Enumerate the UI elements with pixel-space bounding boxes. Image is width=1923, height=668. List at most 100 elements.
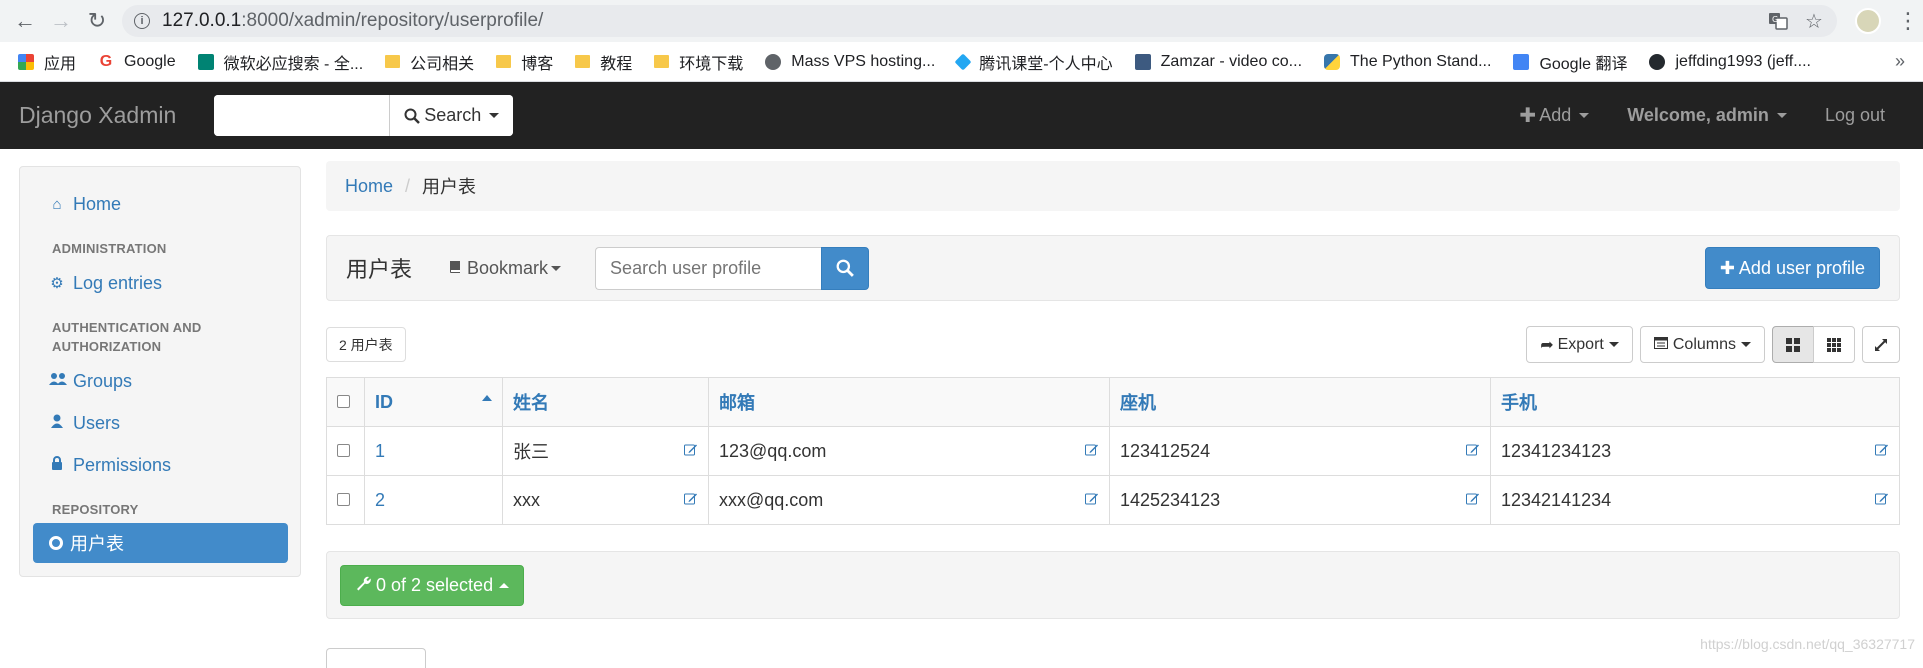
edit-icon[interactable] [1875, 490, 1889, 511]
search-input[interactable] [595, 247, 821, 290]
cell-email: 123@qq.com [709, 427, 1110, 476]
star-icon[interactable]: ☆ [1803, 10, 1825, 32]
edit-icon[interactable] [1466, 490, 1480, 511]
forward-arrow-icon[interactable]: → [46, 6, 76, 36]
reload-icon[interactable]: ↻ [82, 6, 112, 36]
search-button-label: Search [424, 105, 481, 126]
cell-value: xxx [513, 490, 540, 510]
search-icon [404, 108, 420, 124]
profile-avatar[interactable] [1855, 8, 1881, 34]
bookmark-label: Mass VPS hosting... [791, 53, 935, 71]
caret-down-icon [551, 266, 561, 271]
row-id-link[interactable]: 2 [375, 490, 385, 510]
cell-mobile: 12342141234 [1491, 476, 1900, 525]
bookmark-folder-tutorial[interactable]: 教程 [575, 50, 632, 74]
bookmark-dropdown[interactable]: Bookmark [448, 258, 561, 279]
results-table: ID 姓名 邮箱 座机 手机 1 张三 123@qq.com 123412524… [326, 377, 1900, 525]
table-row: 2 xxx xxx@qq.com 1425234123 12342141234 [327, 476, 1900, 525]
bookmarks-bar: 应用 G Google 微软必应搜索 - 全... 公司相关 博客 教程 环境下… [0, 42, 1923, 82]
bookmark-apps[interactable]: 应用 [18, 50, 76, 74]
bookmark-label: Google 翻译 [1539, 50, 1627, 74]
bookmark-folder-blog[interactable]: 博客 [496, 50, 553, 74]
bookmark-python[interactable]: The Python Stand... [1324, 53, 1491, 71]
github-icon [1649, 54, 1665, 70]
global-search-input[interactable] [214, 95, 390, 136]
search-submit-button[interactable] [821, 247, 869, 290]
caret-down-icon [1579, 113, 1589, 118]
columns-label: Columns [1673, 336, 1736, 354]
share-arrow-icon: ➦ [1540, 335, 1553, 355]
sidebar-item-groups[interactable]: Groups [20, 360, 300, 402]
edit-icon[interactable] [1085, 441, 1099, 462]
global-search-button[interactable]: Search [390, 95, 513, 136]
bookmark-folder-env[interactable]: 环境下载 [654, 50, 743, 74]
column-header-landline[interactable]: 座机 [1110, 378, 1491, 427]
edit-icon[interactable] [684, 490, 698, 511]
bookmark-bing[interactable]: 微软必应搜索 - 全... [198, 50, 364, 74]
add-menu[interactable]: ✚ Add [1500, 103, 1608, 128]
menu-kebab-icon[interactable]: ⋮ [1897, 8, 1913, 34]
actions-dropdown-button[interactable]: 0 of 2 selected [340, 565, 524, 606]
brand-title[interactable]: Django Xadmin [19, 102, 176, 129]
top-navbar: Django Xadmin Search ✚ Add Welcome, admi… [0, 82, 1923, 149]
pagination-button-partial[interactable] [326, 648, 426, 668]
row-id-link[interactable]: 1 [375, 441, 385, 461]
welcome-menu[interactable]: Welcome, admin [1608, 105, 1806, 126]
edit-icon[interactable] [1466, 441, 1480, 462]
edit-icon[interactable] [684, 441, 698, 462]
bookmarks-more-chevron-icon[interactable]: » [1895, 51, 1905, 72]
add-user-profile-button[interactable]: ✚ Add user profile [1705, 247, 1880, 289]
fullscreen-button[interactable] [1862, 326, 1900, 363]
info-icon[interactable]: i [134, 13, 150, 29]
home-icon: ⌂ [49, 196, 65, 213]
sidebar-item-permissions[interactable]: Permissions [20, 444, 300, 486]
bookmark-folder-company[interactable]: 公司相关 [385, 50, 474, 74]
list-toolbar: 用户表 Bookmark ✚ Add user profile [326, 235, 1900, 301]
svg-text:G: G [1772, 15, 1778, 24]
bookmark-github[interactable]: jeffding1993 (jeff.... [1649, 53, 1811, 71]
translate-icon[interactable]: G [1767, 10, 1789, 32]
cell-email: xxx@qq.com [709, 476, 1110, 525]
row-checkbox[interactable] [337, 493, 350, 506]
breadcrumb-home[interactable]: Home [345, 176, 393, 197]
logout-link[interactable]: Log out [1806, 105, 1923, 126]
list-search [595, 247, 869, 290]
th-icon [1827, 338, 1841, 352]
folder-icon [575, 55, 590, 68]
select-all-checkbox[interactable] [337, 395, 350, 408]
address-bar[interactable]: i 127.0.0.1:8000/xadmin/repository/userp… [122, 5, 1837, 37]
column-header-id[interactable]: ID [365, 378, 503, 427]
column-header-name[interactable]: 姓名 [503, 378, 709, 427]
sidebar-item-userprofile[interactable]: 用户表 [33, 523, 288, 563]
export-button[interactable]: ➦ Export [1526, 326, 1633, 363]
sidebar-heading-auth: AUTHENTICATION AND AUTHORIZATION [20, 304, 300, 360]
page-title: 用户表 [346, 252, 412, 284]
sidebar-item-label: Users [73, 413, 120, 434]
lock-icon [49, 456, 65, 474]
sidebar-item-users[interactable]: Users [20, 402, 300, 444]
column-header-mobile[interactable]: 手机 [1491, 378, 1900, 427]
bookmark-mass-vps[interactable]: Mass VPS hosting... [765, 53, 935, 71]
list-icon [1654, 336, 1668, 354]
layout-table-button[interactable] [1772, 326, 1814, 363]
edit-icon[interactable] [1875, 441, 1889, 462]
column-header-email[interactable]: 邮箱 [709, 378, 1110, 427]
row-checkbox[interactable] [337, 444, 350, 457]
edit-icon[interactable] [1085, 490, 1099, 511]
sidebar-item-home[interactable]: ⌂ Home [20, 183, 300, 225]
cell-value: 123@qq.com [719, 441, 826, 461]
th-large-icon [1786, 338, 1800, 352]
layout-compact-button[interactable] [1813, 326, 1855, 363]
bookmark-tencent[interactable]: 腾讯课堂-个人中心 [957, 50, 1112, 74]
back-arrow-icon[interactable]: ← [10, 6, 40, 36]
breadcrumb: Home / 用户表 [326, 161, 1900, 211]
bookmark-google[interactable]: G Google [98, 53, 176, 71]
caret-down-icon [1609, 342, 1619, 347]
sidebar-item-log-entries[interactable]: ⚙ Log entries [20, 262, 300, 304]
bookmark-zamzar[interactable]: Zamzar - video co... [1135, 53, 1302, 71]
columns-button[interactable]: Columns [1640, 326, 1765, 363]
sidebar-item-label: Groups [73, 371, 132, 392]
users-icon [49, 372, 65, 390]
bookmark-google-translate[interactable]: Google 翻译 [1513, 50, 1627, 74]
cell-landline: 1425234123 [1110, 476, 1491, 525]
